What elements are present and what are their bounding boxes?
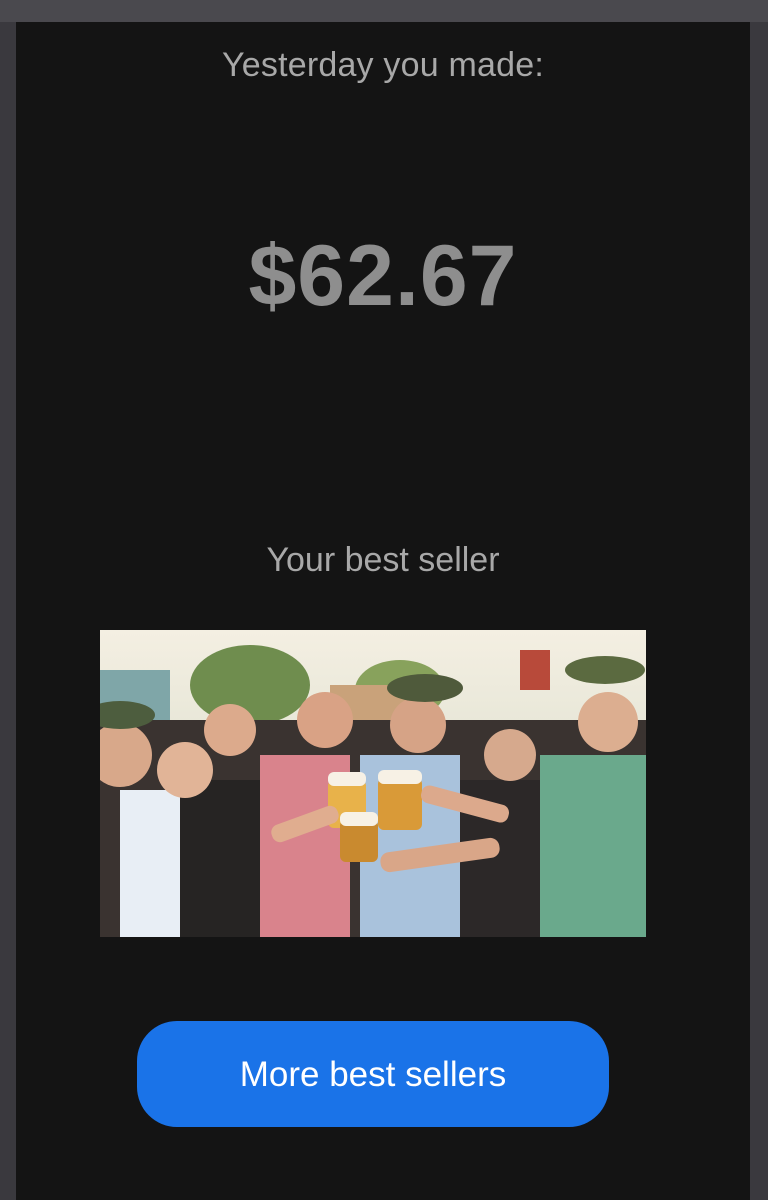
best-seller-heading: Your best seller <box>266 541 500 579</box>
earnings-card: Yesterday you made: $62.67 Your best sel… <box>16 22 750 1200</box>
top-status-bar <box>0 0 768 22</box>
best-seller-image[interactable] <box>100 630 646 937</box>
earnings-amount: $62.67 <box>248 228 518 324</box>
more-best-sellers-button[interactable]: More best sellers <box>137 1021 609 1127</box>
group-toasting-photo-icon <box>100 630 646 937</box>
yesterday-heading: Yesterday you made: <box>222 46 544 84</box>
